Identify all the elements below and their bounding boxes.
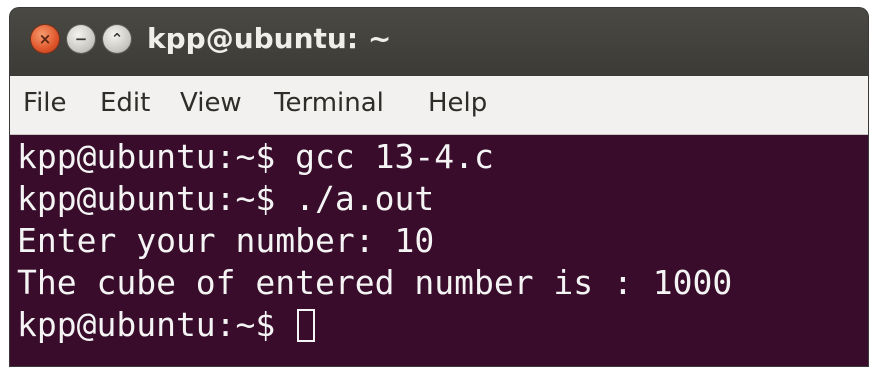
terminal-line: The cube of entered number is : 1000 [17,263,733,302]
window-title: kpp@ubuntu: ~ [147,22,392,55]
terminal-line: Enter your number: 10 [17,221,435,260]
terminal-line: kpp@ubuntu:~$ gcc 13-4.c [17,137,494,176]
terminal-window: × − ⌃ kpp@ubuntu: ~ File Edit View Termi… [10,8,868,366]
menu-bar: File Edit View Terminal Help [10,76,868,135]
terminal-output[interactable]: kpp@ubuntu:~$ gcc 13-4.c kpp@ubuntu:~$ .… [10,135,868,366]
text-cursor [297,309,316,342]
maximize-button[interactable]: ⌃ [103,25,131,53]
terminal-prompt-line[interactable]: kpp@ubuntu:~$ [17,305,316,345]
prompt-text: kpp@ubuntu:~$ [17,305,296,344]
menu-edit[interactable]: Edit [100,88,150,118]
menu-view[interactable]: View [180,88,242,118]
terminal-line: kpp@ubuntu:~$ ./a.out [17,179,435,218]
close-button[interactable]: × [31,25,59,53]
title-bar[interactable]: × − ⌃ kpp@ubuntu: ~ [10,8,868,76]
minimize-button[interactable]: − [67,25,95,53]
menu-terminal[interactable]: Terminal [274,88,384,118]
menu-help[interactable]: Help [428,88,487,118]
menu-file[interactable]: File [23,88,67,118]
